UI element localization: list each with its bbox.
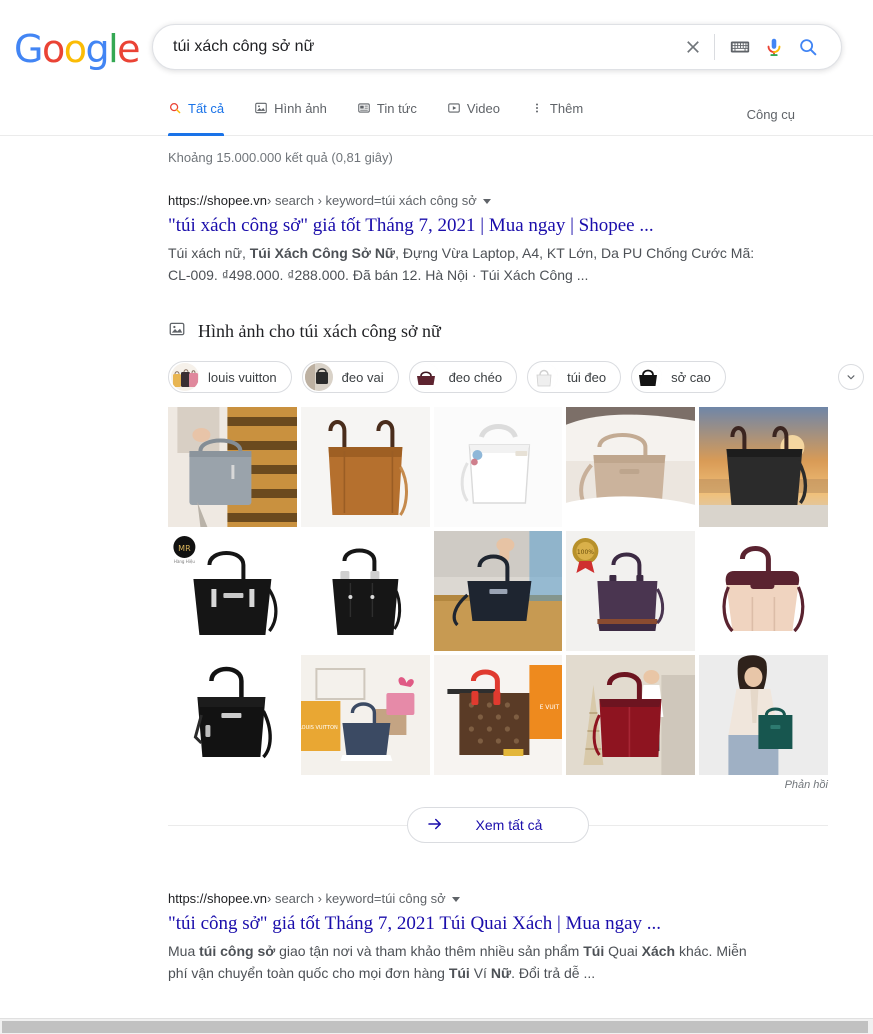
tools-button[interactable]: Công cụ [747, 107, 795, 122]
tab-label: Video [466, 100, 500, 116]
see-all-button[interactable]: Xem tất cả [406, 807, 590, 844]
result-domain: https://shopee.vn [168, 193, 268, 208]
logo-letter-g2: g [85, 27, 109, 71]
search-results-content: Khoảng 15.000.000 kết quả (0,81 giây) ht… [0, 150, 873, 984]
image-tile[interactable]: MR Hàng Hiệu [168, 531, 297, 652]
tab-label: Tin tức [376, 100, 417, 116]
image-tile[interactable] [300, 407, 430, 528]
image-tile[interactable] [699, 407, 828, 528]
image-tile[interactable] [699, 655, 828, 776]
logo-letter-e: e [117, 27, 140, 71]
result-title[interactable]: "túi công sở" giá tốt Tháng 7, 2021 Túi … [168, 911, 768, 937]
more-vertical-icon [530, 101, 544, 115]
chip-louis-vuitton[interactable]: louis vuitton [168, 361, 292, 394]
tab-all[interactable]: Tất cả [168, 93, 225, 136]
svg-text:100%: 100% [577, 549, 594, 556]
google-search-page: Google túi xách công sở nữ Tất cả Hình ả… [0, 0, 873, 1034]
chip-label: đeo vai [341, 369, 384, 385]
image-tile[interactable] [433, 531, 563, 652]
divider [714, 34, 715, 60]
image-tile[interactable] [433, 407, 563, 528]
image-tile[interactable] [168, 407, 297, 528]
crossbody-bag-thumb [411, 363, 440, 392]
video-icon [447, 101, 461, 115]
white-bag-thumb [530, 363, 559, 392]
chip-label: sở cao [671, 369, 711, 385]
result-snippet: Mua túi công sở giao tận nơi và tham khả… [168, 943, 747, 982]
search-input[interactable] [173, 38, 676, 56]
feedback-link[interactable]: Phản hồi [168, 779, 828, 791]
microphone-icon[interactable] [757, 30, 791, 64]
chip-tui-deo[interactable]: túi đeo [527, 361, 622, 394]
image-tile[interactable] [699, 531, 828, 652]
image-tile[interactable]: 100% [566, 531, 696, 652]
handbag-collection-thumb [171, 363, 199, 392]
svg-text:LOUIS VUITTON: LOUIS VUITTON [301, 725, 338, 731]
image-icon [254, 101, 268, 115]
scrollbar-thumb[interactable] [2, 1021, 868, 1033]
chip-label: túi đeo [567, 369, 607, 385]
chip-label: đeo chéo [448, 369, 503, 385]
close-icon[interactable] [676, 30, 710, 64]
result-path: › search › keyword=túi xách công sở [267, 193, 477, 208]
image-filter-chips: louis vuitton đeo vai đeo chéo túi đeo s… [168, 361, 864, 394]
result-snippet: Túi xách nữ, Túi Xách Công Sở Nữ, Đựng V… [168, 245, 755, 284]
svg-text:E VUIT: E VUIT [539, 704, 559, 711]
tab-images[interactable]: Hình ảnh [254, 93, 327, 135]
image-tile[interactable] [300, 531, 430, 652]
search-icon[interactable] [791, 30, 825, 64]
chevron-down-icon[interactable] [838, 364, 864, 391]
shoulder-bag-thumb [304, 363, 333, 392]
image-icon [168, 320, 186, 343]
result-title[interactable]: "túi xách công sở" giá tốt Tháng 7, 2021… [168, 213, 768, 239]
search-bar-actions [676, 30, 825, 64]
tab-news[interactable]: Tin tức [357, 93, 417, 135]
result-path: › search › keyword=túi công sở [267, 891, 446, 907]
tab-label: Thêm [549, 100, 584, 116]
result-domain: https://shopee.vn [168, 891, 268, 907]
image-pack: Hình ảnh cho túi xách công sở nữ louis v… [168, 320, 864, 844]
svg-text:MR: MR [178, 544, 191, 553]
tab-video[interactable]: Video [447, 93, 500, 135]
svg-text:Hàng Hiệu: Hàng Hiệu [174, 559, 195, 564]
chip-label: louis vuitton [208, 369, 277, 385]
image-tile[interactable]: E VUIT [433, 655, 563, 776]
result-url[interactable]: https://shopee.vn › search › keyword=túi… [168, 889, 768, 909]
result-url[interactable]: https://shopee.vn › search › keyword=túi… [168, 191, 768, 211]
logo-letter-g: G [14, 27, 43, 71]
image-pack-title: Hình ảnh cho túi xách công sở nữ [198, 321, 441, 342]
image-tile[interactable]: LOUIS VUITTON [300, 655, 430, 776]
search-result-1: https://shopee.vn › search › keyword=túi… [168, 191, 768, 286]
logo-letter-o2: o [63, 27, 87, 71]
see-all-container: Xem tất cả [168, 807, 828, 844]
image-tile[interactable] [168, 655, 297, 776]
tab-label: Hình ảnh [274, 100, 327, 116]
logo-letter-l: l [108, 27, 119, 71]
image-tile[interactable] [566, 655, 696, 776]
logo-letter-o1: o [41, 27, 65, 71]
black-bag-thumb [634, 363, 663, 392]
image-results-grid: MR Hàng Hiệu 100% LOUIS VUITTON E VUIT [168, 407, 828, 776]
chip-so-cao[interactable]: sở cao [631, 361, 726, 394]
chevron-down-icon[interactable] [451, 896, 460, 902]
tab-label: Tất cả [188, 100, 225, 116]
chip-deo-vai[interactable]: đeo vai [301, 361, 399, 394]
result-stats: Khoảng 15.000.000 kết quả (0,81 giây) [168, 150, 393, 165]
search-result-2: https://shopee.vn › search › keyword=túi… [168, 889, 768, 984]
search-icon [168, 101, 182, 115]
header: Google [0, 0, 873, 92]
news-icon [357, 101, 371, 115]
image-pack-header: Hình ảnh cho túi xách công sở nữ [168, 320, 828, 343]
chip-deo-cheo[interactable]: đeo chéo [408, 361, 518, 394]
see-all-label: Xem tất cả [475, 817, 543, 834]
image-tile[interactable] [566, 407, 696, 528]
keyboard-icon[interactable] [723, 30, 757, 64]
search-bar[interactable] [152, 24, 842, 70]
horizontal-scrollbar[interactable] [0, 1018, 873, 1034]
tab-more[interactable]: Thêm [530, 93, 583, 135]
google-logo[interactable]: Google [14, 27, 141, 71]
chevron-down-icon[interactable] [482, 198, 491, 204]
arrow-right-icon [426, 815, 444, 836]
search-nav-tabs: Tất cả Hình ảnh Tin tức Video Thêm Công … [0, 92, 873, 136]
